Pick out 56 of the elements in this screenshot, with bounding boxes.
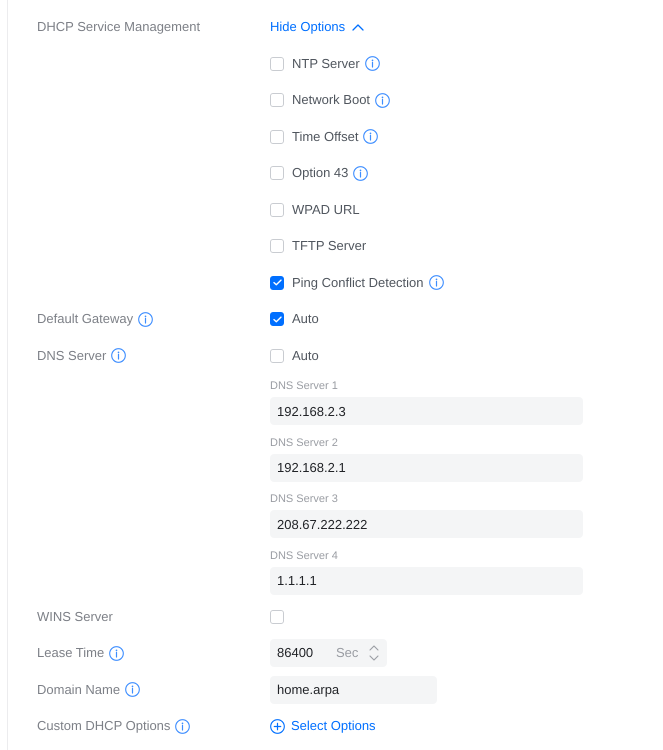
info-icon[interactable] [375,92,390,108]
checkbox-label[interactable]: Network Boot [292,90,370,110]
chevron-up-icon [352,24,364,30]
hide-options-link[interactable]: Hide Options [270,17,364,37]
checkbox-label[interactable]: Auto [292,309,319,329]
chevron-up-icon[interactable] [369,645,379,651]
checkbox[interactable] [270,610,284,624]
plus-circle-icon [270,718,285,734]
info-icon[interactable] [428,275,444,290]
number-input[interactable]: 86400 [277,643,329,663]
checkbox-label[interactable]: NTP Server [292,54,360,74]
input-label: DNS Server 2 [270,436,339,451]
field-label: Default Gateway [37,310,134,328]
input-label: DNS Server 4 [270,548,339,564]
info-icon[interactable] [138,312,154,326]
checkbox[interactable] [270,130,284,144]
field-label: DHCP Service Management [37,18,200,36]
info-icon[interactable] [111,348,126,363]
info-icon[interactable] [175,718,190,734]
info-icon[interactable] [109,646,124,660]
chevron-down-icon[interactable] [369,655,379,661]
field-label: Custom DHCP Options [37,717,170,736]
field-label: WINS Server [37,608,113,626]
checkbox-label[interactable]: Option 43 [292,163,348,183]
unit-label: Sec [336,644,358,662]
checkbox-label[interactable]: Auto [292,346,319,366]
checkbox[interactable] [270,56,284,70]
input-label: DNS Server 3 [270,492,339,508]
checkbox-label[interactable]: Ping Conflict Detection [292,272,424,292]
input-field[interactable]: home.arpa [270,676,437,704]
checkbox[interactable] [270,276,284,290]
input-label: DNS Server 1 [270,379,339,394]
number-field[interactable]: 86400 Sec [270,639,387,667]
select-options-button[interactable]: Select Options [270,716,376,736]
checkbox-label[interactable]: WPAD URL [292,200,360,220]
check-icon [272,316,282,322]
info-icon[interactable] [363,129,378,144]
checkbox[interactable] [270,239,284,253]
checkbox[interactable] [270,166,284,180]
field-label: Domain Name [37,680,120,699]
input-field[interactable]: 192.168.2.1 [270,454,583,482]
checkbox-label[interactable]: Time Offset [292,126,358,146]
checkbox[interactable] [270,93,284,107]
field-label: Lease Time [37,644,104,662]
info-icon[interactable] [364,56,380,71]
input-field[interactable]: 192.168.2.3 [270,397,583,426]
info-icon[interactable] [353,166,368,180]
checkbox[interactable] [270,348,284,362]
checkbox[interactable] [270,312,284,326]
info-icon[interactable] [125,682,140,697]
checkbox-label[interactable]: TFTP Server [292,236,366,256]
field-label: DNS Server [37,346,106,365]
input-field[interactable]: 1.1.1.1 [270,566,583,595]
check-icon [272,279,282,286]
input-field[interactable]: 208.67.222.222 [270,510,583,538]
checkbox[interactable] [270,202,284,216]
